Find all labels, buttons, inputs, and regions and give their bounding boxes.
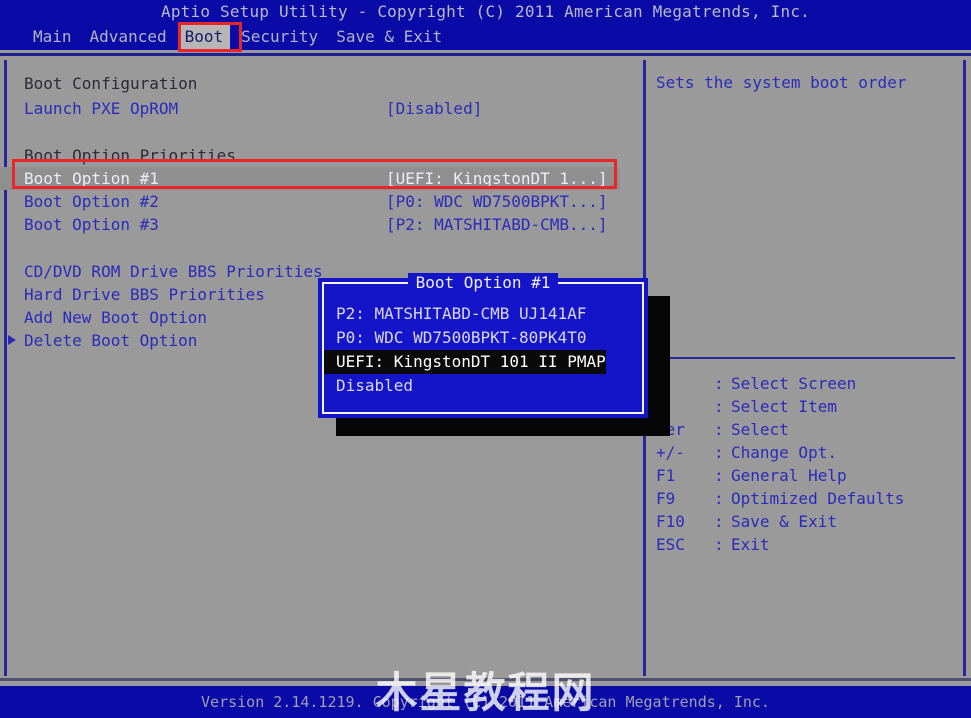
version-bar: Version 2.14.1219. Copyright (C) 2011 Am… [0,686,971,718]
key-separator: : [714,374,724,393]
row-label: Hard Drive BBS Priorities [24,285,265,304]
help-description: Sets the system boot order [656,73,907,92]
popup-title-text: Boot Option #1 [407,273,559,292]
tab-advanced[interactable]: Advanced [83,25,174,49]
popup-border: Boot Option #1 P2: MATSHITABD-CMB UJ141A… [322,273,644,414]
key-separator: : [714,512,724,531]
frame-border-right [963,60,966,676]
bottom-divider [0,678,971,681]
setting-row-boot-option-3[interactable]: Boot Option #3 [P2: MATSHITABD-CMB...] [0,213,620,236]
key-description: Select Screen [731,374,857,393]
boot-option-1-popup: Boot Option #1 P2: MATSHITABD-CMB UJ141A… [318,273,648,418]
popup-option-uefi-kingston[interactable]: UEFI: KingstonDT 101 II PMAP [324,350,606,374]
key-separator: : [714,397,724,416]
key-description: Save & Exit [731,512,837,531]
row-value[interactable]: [P2: MATSHITABD-CMB...] [386,213,608,236]
row-label: Boot Option #2 [24,192,159,211]
setting-row-boot-option-1[interactable]: Boot Option #1 [UEFI: KingstonDT 1...] [0,167,620,190]
popup-option-row[interactable]: UEFI: KingstonDT 101 II PMAP [324,350,642,374]
tab-save-and-exit[interactable]: Save & Exit [329,25,449,49]
popup-option-p2-matshitabd[interactable]: P2: MATSHITABD-CMB UJ141AF [324,302,586,326]
key-description: Optimized Defaults [731,489,905,508]
row-label: Boot Option #1 [24,169,159,188]
popup-option-p0-wdc[interactable]: P0: WDC WD7500BPKT-80PK4T0 [324,326,586,350]
key-description: Select [731,420,789,439]
key-description: Select Item [731,397,837,416]
row-label: Boot Option Priorities [24,146,236,165]
key-name: F10 [656,512,685,531]
key-description: General Help [731,466,847,485]
row-label: Launch PXE OpROM [24,99,179,118]
key-name: +/- [656,443,685,462]
row-value[interactable]: [P0: WDC WD7500BPKT...] [386,190,608,213]
tab-main[interactable]: Main [26,25,79,49]
popup-option-row[interactable]: Disabled [324,374,642,398]
key-description: Change Opt. [731,443,837,462]
triangle-right-icon [8,335,16,345]
help-panel: Sets the system boot order : Select Scre… [646,56,963,678]
row-label: Boot Option #3 [24,215,159,234]
popup-title: Boot Option #1 [324,272,642,294]
menu-bar: Main Advanced Boot Security Save & Exit [0,24,971,50]
key-separator: : [714,443,724,462]
tab-boot[interactable]: Boot [177,25,231,49]
key-separator: : [714,420,724,439]
row-label: CD/DVD ROM Drive BBS Priorities [24,262,323,281]
tab-security[interactable]: Security [234,25,325,49]
popup-option-disabled[interactable]: Disabled [324,374,413,398]
popup-option-row[interactable]: P0: WDC WD7500BPKT-80PK4T0 [324,326,642,350]
key-separator: : [714,535,724,554]
key-name: F9 [656,489,676,508]
help-panel-divider [655,357,955,359]
key-description: Exit [731,535,770,554]
key-separator: : [714,489,724,508]
key-name: ESC [656,535,685,554]
section-header-boot-option-priorities: Boot Option Priorities [0,144,620,167]
row-label: Add New Boot Option [24,308,208,327]
key-name: F1 [656,466,676,485]
popup-option-list: P2: MATSHITABD-CMB UJ141AF P0: WDC WD750… [324,302,642,398]
row-value[interactable]: [Disabled] [386,97,482,120]
row-label: Boot Configuration [24,74,198,93]
window-title: Aptio Setup Utility - Copyright (C) 2011… [0,0,971,24]
key-separator: : [714,466,724,485]
setting-row-boot-option-2[interactable]: Boot Option #2 [P0: WDC WD7500BPKT...] [0,190,620,213]
row-label: Delete Boot Option [24,331,198,350]
row-value[interactable]: [UEFI: KingstonDT 1...] [386,167,608,190]
popup-option-row[interactable]: P2: MATSHITABD-CMB UJ141AF [324,302,642,326]
section-header-boot-configuration: Boot Configuration [0,72,620,95]
setting-row-launch-pxe-oprom[interactable]: Launch PXE OpROM [Disabled] [0,97,620,120]
bios-setup-screen: Aptio Setup Utility - Copyright (C) 2011… [0,0,971,718]
